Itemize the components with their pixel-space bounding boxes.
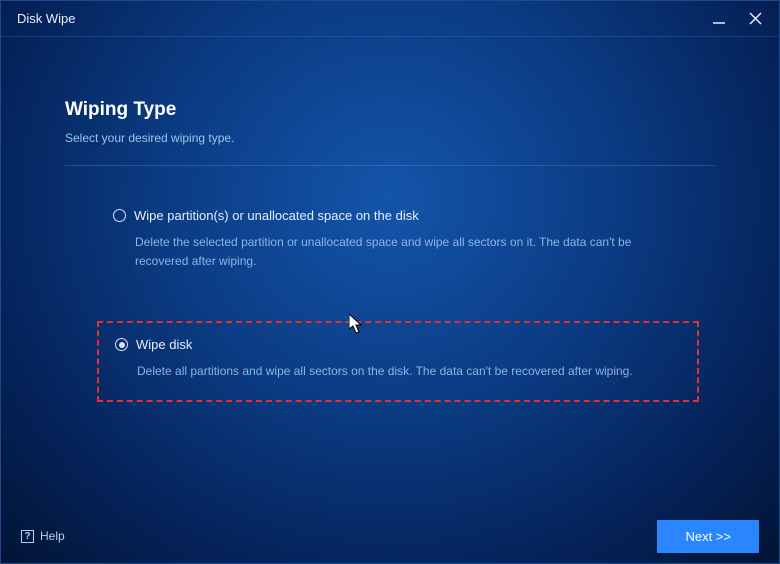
page-subtitle: Select your desired wiping type. bbox=[65, 131, 715, 145]
divider bbox=[65, 165, 715, 166]
option-description: Delete all partitions and wipe all secto… bbox=[115, 362, 681, 381]
close-button[interactable] bbox=[745, 9, 765, 29]
help-icon: ? bbox=[21, 530, 34, 543]
radio-icon bbox=[115, 338, 128, 351]
option-wipe-partition[interactable]: Wipe partition(s) or unallocated space o… bbox=[97, 194, 699, 289]
page-title: Wiping Type bbox=[65, 99, 715, 121]
help-label: Help bbox=[40, 529, 65, 543]
footer: ? Help Next >> bbox=[1, 509, 779, 563]
option-label: Wipe disk bbox=[136, 337, 192, 352]
option-wipe-disk[interactable]: Wipe disk Delete all partitions and wipe… bbox=[97, 321, 699, 401]
titlebar-controls bbox=[709, 9, 765, 29]
minimize-icon bbox=[712, 12, 726, 26]
content-area: Wiping Type Select your desired wiping t… bbox=[1, 37, 779, 402]
titlebar: Disk Wipe bbox=[1, 1, 779, 37]
dialog-window: Disk Wipe Wiping Type Select your desire… bbox=[0, 0, 780, 564]
window-title: Disk Wipe bbox=[17, 11, 76, 26]
minimize-button[interactable] bbox=[709, 9, 729, 29]
radio-row[interactable]: Wipe partition(s) or unallocated space o… bbox=[113, 208, 683, 223]
close-icon bbox=[749, 12, 762, 25]
next-button[interactable]: Next >> bbox=[657, 520, 759, 553]
options-group: Wipe partition(s) or unallocated space o… bbox=[65, 194, 715, 402]
option-description: Delete the selected partition or unalloc… bbox=[113, 233, 683, 271]
help-link[interactable]: ? Help bbox=[21, 529, 65, 543]
radio-row[interactable]: Wipe disk bbox=[115, 337, 681, 352]
option-label: Wipe partition(s) or unallocated space o… bbox=[134, 208, 419, 223]
radio-icon bbox=[113, 209, 126, 222]
